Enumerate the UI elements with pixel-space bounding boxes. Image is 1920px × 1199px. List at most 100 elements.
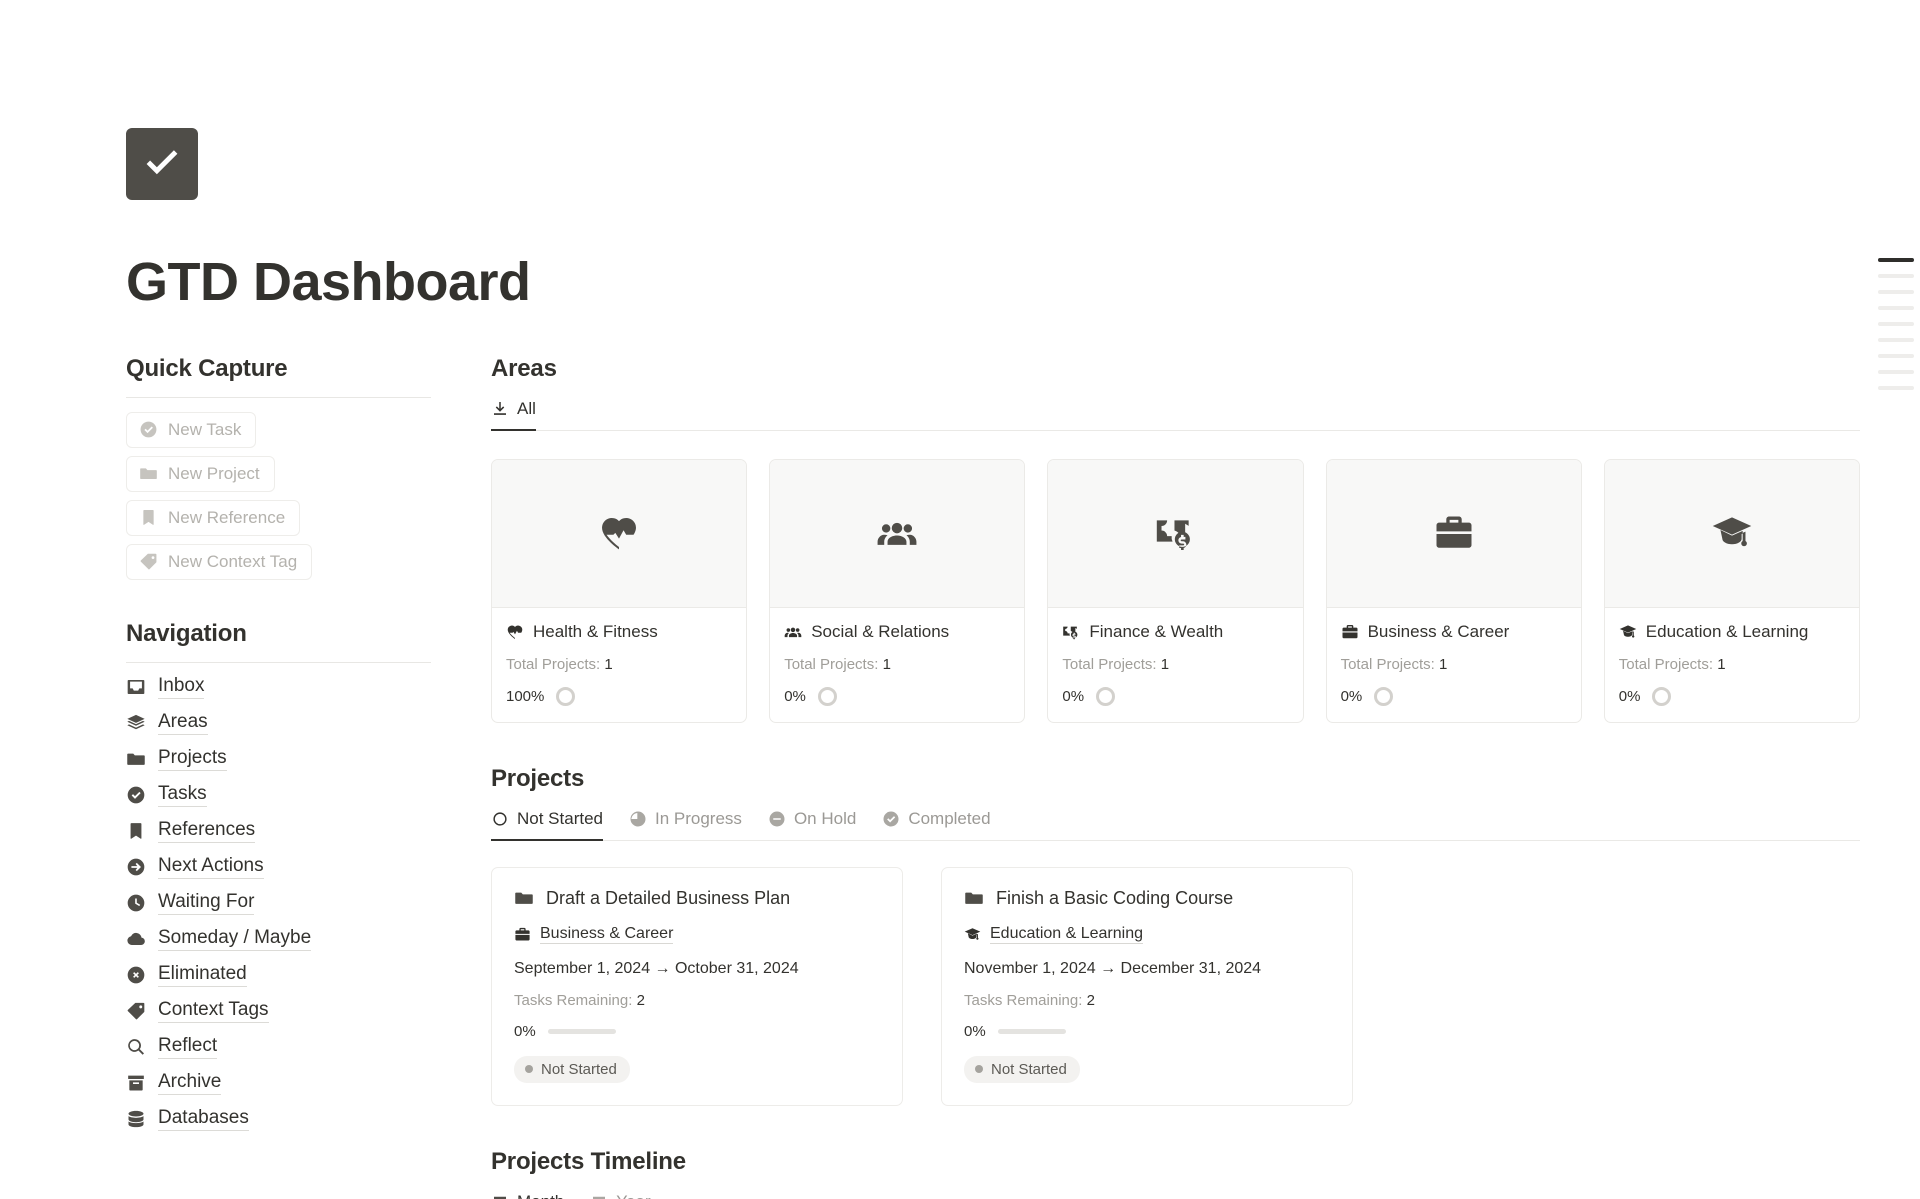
area-name: Business & Career — [1367, 621, 1510, 641]
area-body: Business & Career Total Projects: 1 0% — [1327, 608, 1581, 722]
sidebar-item-areas[interactable]: Areas — [126, 711, 431, 735]
sidebar-item-context-tags[interactable]: Context Tags — [126, 999, 431, 1023]
new-reference-button[interactable]: New Reference — [126, 499, 301, 536]
tab-timeline-month[interactable]: Month — [491, 1192, 564, 1199]
timeline-icon — [590, 1193, 608, 1199]
tab-label: On Hold — [793, 808, 857, 828]
tab-label: Year — [616, 1192, 650, 1199]
area-card-social-relations[interactable]: Social & Relations Total Projects: 1 0% — [769, 458, 1026, 723]
project-progress: 0% — [964, 1023, 1330, 1040]
graduation-cap-icon — [1619, 623, 1637, 641]
page-header: GTD Dashboard — [0, 0, 1920, 311]
sidebar-item-tasks[interactable]: Tasks — [126, 783, 431, 807]
project-area-link[interactable]: Business & Career — [514, 925, 880, 944]
area-cover — [1604, 459, 1859, 608]
new-context-tag-label: New Context Tag — [168, 551, 298, 571]
area-title-row: Social & Relations — [784, 622, 1010, 642]
minimap-mark[interactable] — [1878, 322, 1914, 326]
new-task-label: New Task — [168, 419, 242, 439]
arrow-right-circle-icon — [126, 857, 146, 877]
minimap-mark[interactable] — [1878, 386, 1914, 390]
check-icon — [126, 128, 198, 200]
gtd-dashboard-page: GTD Dashboard Quick Capture New Task New… — [0, 0, 1920, 1199]
area-progress-value: 0% — [1340, 687, 1363, 705]
total-projects-label: Total Projects: — [1340, 655, 1435, 673]
folder-icon — [139, 464, 158, 483]
sidebar-item-references[interactable]: References — [126, 819, 431, 843]
sidebar-item-databases[interactable]: Databases — [126, 1107, 431, 1131]
outline-minimap[interactable] — [1878, 258, 1914, 390]
area-cover — [1326, 459, 1581, 608]
area-title-row: Finance & Wealth — [1062, 622, 1288, 642]
total-projects-value: 1 — [882, 655, 891, 673]
project-card-business-plan[interactable]: Draft a Detailed Business Plan Business … — [491, 866, 903, 1106]
tab-not-started[interactable]: Not Started — [491, 809, 603, 841]
sidebar-item-reflect[interactable]: Reflect — [126, 1035, 431, 1059]
project-title-row: Draft a Detailed Business Plan — [514, 888, 880, 909]
bookmark-icon — [139, 508, 158, 527]
project-card-coding-course[interactable]: Finish a Basic Coding Course Education &… — [941, 866, 1353, 1106]
area-progress-value: 0% — [1618, 687, 1641, 705]
minimap-mark[interactable] — [1878, 354, 1914, 358]
sidebar-item-label: Projects — [158, 747, 227, 771]
total-projects-label: Total Projects: — [506, 655, 601, 673]
project-dates: November 1, 2024 → December 31, 2024 — [964, 959, 1262, 977]
minimap-mark[interactable] — [1878, 306, 1914, 310]
tab-label: All — [517, 398, 536, 418]
project-dates: September 1, 2024 → October 31, 2024 — [514, 959, 799, 977]
sidebar-item-eliminated[interactable]: Eliminated — [126, 963, 431, 987]
tab-on-hold[interactable]: On Hold — [768, 809, 856, 840]
area-body: Health & Fitness Total Projects: 1 100% — [492, 608, 746, 722]
sidebar-item-projects[interactable]: Projects — [126, 747, 431, 771]
cloud-icon — [126, 929, 146, 949]
tab-timeline-year[interactable]: Year — [590, 1192, 651, 1199]
sidebar-item-label: Waiting For — [158, 891, 255, 915]
navigation-heading: Navigation — [126, 619, 247, 647]
sidebar-item-next-actions[interactable]: Next Actions — [126, 855, 431, 879]
minus-circle-icon — [768, 810, 786, 828]
tab-in-progress[interactable]: In Progress — [629, 809, 742, 840]
progress-ring-icon — [1096, 686, 1116, 706]
minimap-mark[interactable] — [1878, 370, 1914, 374]
sidebar-item-someday-maybe[interactable]: Someday / Maybe — [126, 927, 431, 951]
area-card-finance-wealth[interactable]: Finance & Wealth Total Projects: 1 0% — [1047, 458, 1304, 723]
minimap-mark[interactable] — [1878, 290, 1914, 294]
tab-areas-all[interactable]: All — [491, 398, 536, 431]
minimap-mark[interactable] — [1878, 258, 1914, 262]
area-body: Finance & Wealth Total Projects: 1 0% — [1048, 608, 1302, 722]
new-project-button[interactable]: New Project — [126, 455, 275, 492]
check-circle-icon — [139, 420, 158, 439]
graduation-cap-icon — [964, 926, 981, 943]
project-area-link[interactable]: Education & Learning — [964, 925, 1330, 944]
total-projects-value: 1 — [1160, 655, 1170, 673]
projects-grid: Draft a Detailed Business Plan Business … — [491, 866, 1860, 1106]
area-card-business-career[interactable]: Business & Career Total Projects: 1 0% — [1325, 458, 1582, 723]
sidebar-item-waiting-for[interactable]: Waiting For — [126, 891, 431, 915]
minimap-mark[interactable] — [1878, 338, 1914, 342]
area-progress-value: 0% — [784, 687, 806, 705]
area-card-health-fitness[interactable]: Health & Fitness Total Projects: 1 100% — [491, 458, 748, 723]
area-progress-value: 0% — [1062, 687, 1085, 705]
tab-completed[interactable]: Completed — [882, 809, 991, 840]
areas-heading: Areas — [491, 354, 557, 382]
total-projects-value: 1 — [604, 655, 613, 673]
minimap-mark[interactable] — [1878, 274, 1914, 278]
database-icon — [126, 1109, 146, 1129]
new-context-tag-button[interactable]: New Context Tag — [126, 543, 313, 580]
area-card-education-learning[interactable]: Education & Learning Total Projects: 1 0… — [1603, 458, 1860, 723]
area-progress: 0% — [784, 686, 1010, 706]
new-task-button[interactable]: New Task — [126, 411, 257, 448]
timeline-tabs: Month Year — [491, 1192, 1860, 1199]
sidebar-item-inbox[interactable]: Inbox — [126, 675, 431, 699]
people-icon — [784, 623, 802, 641]
tasks-remaining-label: Tasks Remaining: — [964, 991, 1083, 1009]
sidebar-item-archive[interactable]: Archive — [126, 1071, 431, 1095]
project-title: Draft a Detailed Business Plan — [546, 887, 791, 908]
tag-icon — [139, 552, 158, 571]
area-progress: 0% — [1062, 686, 1288, 706]
circle-icon — [491, 810, 509, 828]
sidebar-item-label: Reflect — [158, 1035, 218, 1059]
area-name: Social & Relations — [811, 621, 950, 641]
folder-icon — [126, 749, 146, 769]
projects-tabs: Not Started In Progress On Hold Complete… — [491, 809, 1860, 841]
